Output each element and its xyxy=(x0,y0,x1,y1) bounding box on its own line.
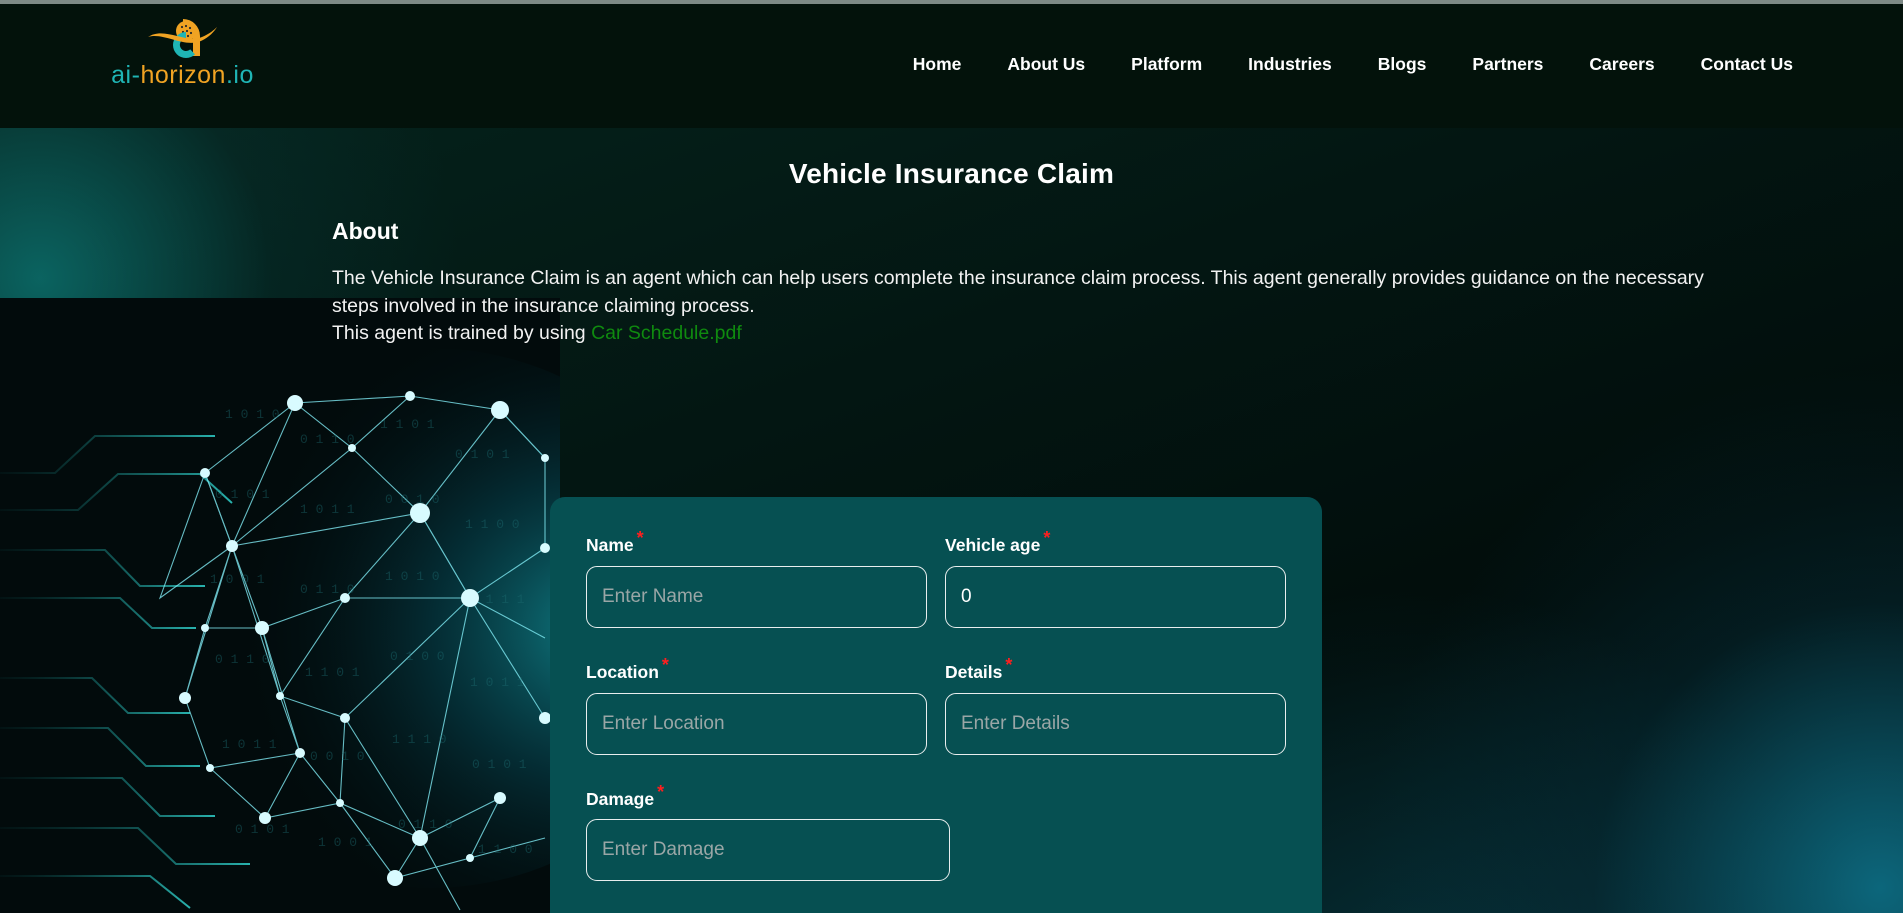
details-input[interactable] xyxy=(945,692,1286,755)
svg-text:0 1 0 1: 0 1 0 1 xyxy=(455,447,510,462)
svg-text:1 1 0 1: 1 1 0 1 xyxy=(305,665,360,680)
svg-text:0 1 0 1: 0 1 0 1 xyxy=(215,487,270,502)
name-input[interactable] xyxy=(586,565,927,628)
svg-text:1 0 1 0: 1 0 1 0 xyxy=(385,569,440,584)
required-asterisk-icon: * xyxy=(661,654,669,675)
damage-input[interactable] xyxy=(586,819,950,882)
label-name: Name * xyxy=(586,528,927,556)
required-asterisk-icon: * xyxy=(1005,654,1013,675)
field-name: Name * xyxy=(586,528,927,628)
about-block: About The Vehicle Insurance Claim is an … xyxy=(332,218,1752,348)
svg-text:1 0 1 1: 1 0 1 1 xyxy=(300,502,355,517)
form-row-1: Name* Vehicle age* xyxy=(586,528,1286,628)
site-header: ai-horizon.io Home About Us Platform Ind… xyxy=(0,4,1903,128)
svg-text:1 1 1 0: 1 1 1 0 xyxy=(392,732,447,747)
svg-text:1 0 0 1: 1 0 0 1 xyxy=(210,572,265,587)
svg-text:0 1 1 0: 0 1 1 0 xyxy=(398,817,453,832)
label-damage-text: Damage xyxy=(586,788,655,809)
label-location: Location * xyxy=(586,655,927,683)
location-input[interactable] xyxy=(586,692,927,755)
vehicle-age-input[interactable] xyxy=(945,565,1286,628)
logo-text-ai: ai- xyxy=(111,61,141,89)
svg-text:1 0 1 1: 1 0 1 1 xyxy=(222,737,277,752)
neural-network-mesh-graphic: 1 0 1 0 0 1 1 0 1 1 0 1 0 1 0 1 0 1 0 1 1 0… xyxy=(0,298,560,913)
logo-wordmark: ai-horizon.io xyxy=(111,63,254,88)
svg-text:0 1 1 0: 0 1 1 0 xyxy=(215,652,270,667)
field-location: Location * xyxy=(586,655,927,755)
logo-text-horizon: horizon xyxy=(140,61,226,89)
nav-item-about-us[interactable]: About Us xyxy=(1007,54,1085,75)
training-file-link[interactable]: Car Schedule.pdf xyxy=(591,322,742,344)
nav-item-home[interactable]: Home xyxy=(913,54,962,75)
label-vehicle-age: Vehicle age * xyxy=(945,528,1286,556)
hero-section: 1 0 1 0 0 1 1 0 1 1 0 1 0 1 0 1 0 1 0 1 1 0… xyxy=(0,128,1903,913)
nav-item-contact-us[interactable]: Contact Us xyxy=(1701,54,1793,75)
about-heading: About xyxy=(332,218,399,244)
svg-text:0 1 1 0: 0 1 1 0 xyxy=(300,432,355,447)
svg-text:0 1 0 0: 0 1 0 0 xyxy=(390,649,445,664)
about-paragraph: The Vehicle Insurance Claim is an agent … xyxy=(332,267,1704,317)
row-spacer xyxy=(586,760,1286,782)
label-location-text: Location xyxy=(586,661,659,682)
svg-text:1 0 1 0: 1 0 1 0 xyxy=(225,407,280,422)
nav-item-platform[interactable]: Platform xyxy=(1131,54,1202,75)
row-spacer xyxy=(586,633,1286,655)
label-vehicle-age-text: Vehicle age xyxy=(945,534,1041,555)
field-details: Details * xyxy=(945,655,1286,755)
label-name-text: Name xyxy=(586,534,634,555)
field-damage: Damage * xyxy=(586,782,950,882)
label-details: Details * xyxy=(945,655,1286,683)
ai-horizon-logo-icon xyxy=(147,19,217,59)
site-logo[interactable]: ai-horizon.io xyxy=(90,14,275,92)
svg-text:0 1 0 1: 0 1 0 1 xyxy=(235,822,290,837)
svg-text:1 1 0 1: 1 1 0 1 xyxy=(380,417,435,432)
svg-text:0 1 0 1: 0 1 0 1 xyxy=(472,757,527,772)
about-training-line: This agent is trained by using Car Sched… xyxy=(332,320,1752,348)
svg-text:0 0 1 0: 0 0 1 0 xyxy=(385,492,440,507)
logo-text-io: .io xyxy=(225,61,254,89)
form-row-3: Damage * xyxy=(586,782,1286,882)
field-vehicle-age: Vehicle age * xyxy=(945,528,1286,628)
nav-item-industries[interactable]: Industries xyxy=(1248,54,1332,75)
svg-text:0 0 1 0: 0 0 1 0 xyxy=(310,749,365,764)
label-damage: Damage * xyxy=(586,782,950,810)
required-asterisk-icon: * xyxy=(1043,528,1051,548)
svg-text:1 1 0 0: 1 1 0 0 xyxy=(465,517,520,532)
nav-item-careers[interactable]: Careers xyxy=(1589,54,1654,75)
nav-item-blogs[interactable]: Blogs xyxy=(1378,54,1427,75)
svg-text:1 0 1 1: 1 0 1 1 xyxy=(470,675,525,690)
svg-text:1 1 0 0: 1 1 0 0 xyxy=(478,842,533,857)
page-title: Vehicle Insurance Claim xyxy=(788,158,1115,189)
about-training-prefix: This agent is trained by using xyxy=(332,322,592,345)
form-row-2: Location* Details* xyxy=(586,655,1286,755)
main-navigation: Home About Us Platform Industries Blogs … xyxy=(913,54,1793,75)
required-asterisk-icon: * xyxy=(636,528,644,548)
svg-text:1 0 0 1: 1 0 0 1 xyxy=(318,835,373,850)
label-details-text: Details xyxy=(945,661,1003,682)
required-asterisk-icon: * xyxy=(657,781,665,802)
nav-item-partners[interactable]: Partners xyxy=(1472,54,1543,75)
insurance-claim-form: Name* Vehicle age* Location* xyxy=(550,497,1322,913)
